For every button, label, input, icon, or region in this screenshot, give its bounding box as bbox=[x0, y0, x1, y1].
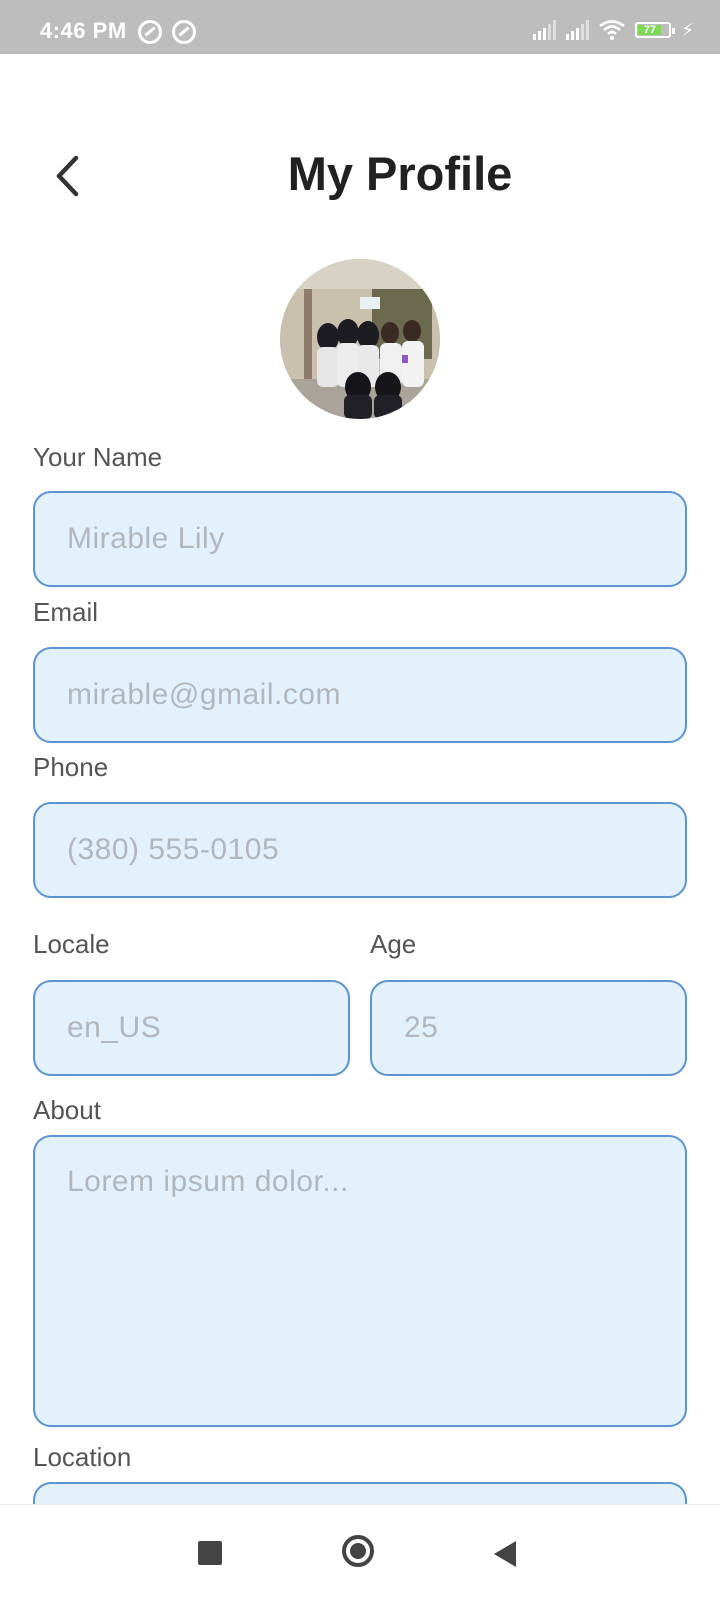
age-field[interactable] bbox=[402, 1010, 655, 1046]
phone-field-container bbox=[33, 802, 687, 898]
battery-icon: 77 bbox=[635, 22, 676, 38]
locale-label: Locale bbox=[33, 929, 110, 959]
status-time: 4:46 PM bbox=[40, 18, 127, 43]
location-label: Location bbox=[33, 1442, 132, 1472]
notification-icon bbox=[172, 20, 196, 44]
status-icons: 77 ⚡ bbox=[533, 18, 694, 42]
signal-icon bbox=[533, 20, 557, 40]
signal-icon bbox=[566, 20, 590, 40]
status-bar: 4:46 PM 77 ⚡ bbox=[0, 0, 720, 54]
back-icon[interactable] bbox=[494, 1541, 516, 1567]
phone-label: Phone bbox=[33, 752, 109, 782]
locale-field-container bbox=[33, 980, 350, 1076]
notification-icon bbox=[138, 20, 162, 44]
name-field-container bbox=[33, 491, 687, 587]
age-label: Age bbox=[370, 929, 417, 959]
page-title: My Profile bbox=[287, 147, 513, 200]
recents-icon[interactable] bbox=[198, 1541, 222, 1565]
email-field-container bbox=[33, 647, 687, 743]
phone-field[interactable] bbox=[65, 832, 655, 868]
about-field[interactable] bbox=[65, 1137, 655, 1425]
system-nav-bar bbox=[0, 1504, 720, 1601]
wifi-icon bbox=[599, 20, 626, 40]
email-field[interactable] bbox=[65, 677, 655, 713]
home-icon[interactable] bbox=[342, 1535, 374, 1567]
name-label: Your Name bbox=[33, 442, 163, 472]
age-field-container bbox=[370, 980, 687, 1076]
about-field-container bbox=[33, 1135, 687, 1427]
about-label: About bbox=[33, 1095, 101, 1125]
email-label: Email bbox=[33, 597, 99, 627]
profile-photo bbox=[280, 259, 440, 419]
battery-level: 77 bbox=[638, 24, 662, 36]
charging-icon: ⚡ bbox=[681, 19, 694, 40]
avatar[interactable] bbox=[280, 259, 440, 419]
locale-field[interactable] bbox=[65, 1010, 318, 1046]
name-field[interactable] bbox=[65, 521, 655, 557]
